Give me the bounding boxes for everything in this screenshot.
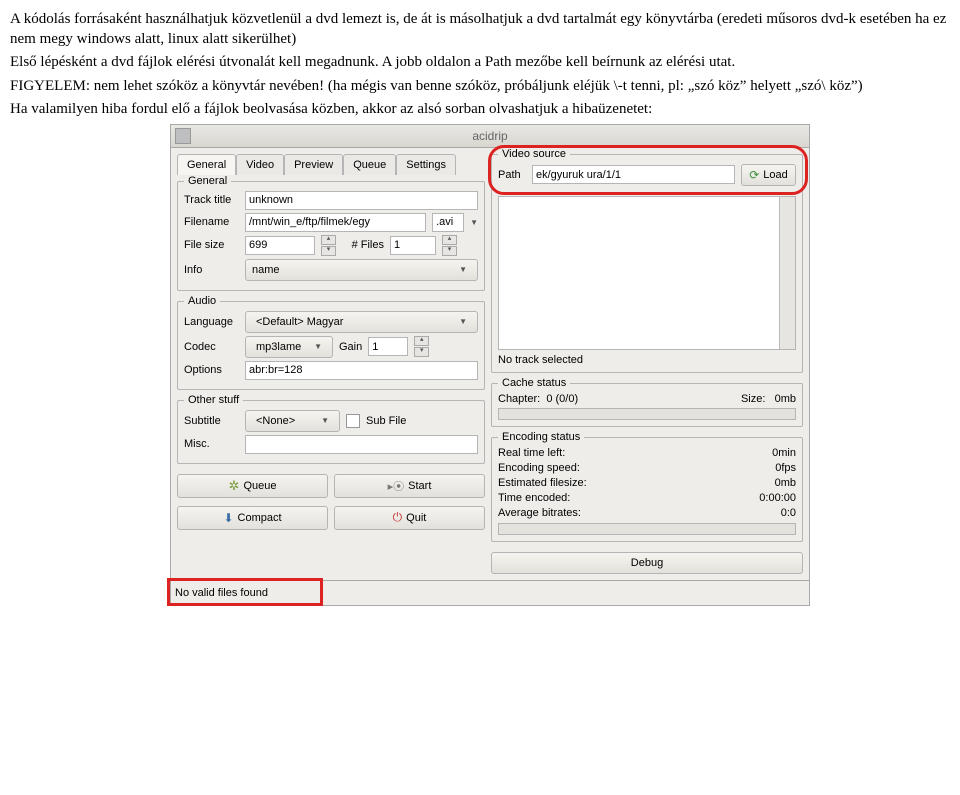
tab-queue[interactable]: Queue: [343, 154, 396, 175]
codec-label: Codec: [184, 341, 239, 353]
encspeed-label: Encoding speed:: [498, 462, 580, 474]
chevron-down-icon: ▼: [321, 416, 329, 425]
cache-size-value: 0mb: [775, 393, 796, 405]
realtime-value: 0min: [772, 447, 796, 459]
track-title-input[interactable]: [245, 191, 478, 210]
language-select[interactable]: <Default> Magyar▼: [245, 311, 478, 333]
codec-select[interactable]: mp3lame▼: [245, 336, 333, 358]
avgbit-label: Average bitrates:: [498, 507, 581, 519]
encoding-status-pane: Encoding status Real time left:0min Enco…: [491, 437, 803, 542]
download-icon: ⬇: [223, 511, 233, 525]
misc-label: Misc.: [184, 438, 239, 450]
gain-input[interactable]: [368, 337, 408, 356]
track-list[interactable]: [498, 196, 796, 350]
language-label: Language: [184, 316, 239, 328]
info-button[interactable]: name▼: [245, 259, 478, 281]
video-source-pane: Video source Path ⟳ Load No track select…: [491, 154, 803, 373]
encspeed-value: 0fps: [775, 462, 796, 474]
quit-button[interactable]: ⏻ Quit: [334, 506, 485, 530]
chapter-value: 0 (0/0): [546, 393, 578, 405]
pane-title: Cache status: [498, 377, 570, 389]
doc-paragraph: A kódolás forrásaként használhatjuk közv…: [10, 10, 950, 49]
chevron-down-icon: ▼: [459, 317, 467, 326]
general-pane: General Track title Filename ▼ File size…: [177, 181, 485, 291]
gain-stepper[interactable]: ▴▾: [414, 336, 429, 357]
numfiles-input[interactable]: [390, 236, 436, 255]
filesize-input[interactable]: [245, 236, 315, 255]
subfile-label: Sub File: [366, 415, 406, 427]
avgbit-value: 0:0: [781, 507, 796, 519]
realtime-label: Real time left:: [498, 447, 565, 459]
gear-icon: ✲: [229, 478, 240, 494]
window-title: acidrip: [472, 129, 507, 143]
no-track-label: No track selected: [498, 354, 796, 366]
start-button[interactable]: ▸⦿ Start: [334, 474, 485, 498]
cache-size-label: Size:: [741, 393, 765, 405]
compact-button[interactable]: ⬇ Compact: [177, 506, 328, 530]
other-pane: Other stuff Subtitle <None>▼ Sub File Mi…: [177, 400, 485, 464]
chevron-down-icon[interactable]: ▼: [470, 218, 478, 227]
window-titlebar: acidrip: [170, 124, 810, 147]
timeenc-label: Time encoded:: [498, 492, 570, 504]
cache-progress-bar: [498, 408, 796, 420]
app-body: General Video Preview Queue Settings Gen…: [170, 147, 810, 581]
chevron-down-icon: ▼: [459, 265, 467, 274]
highlight-annotation: [488, 145, 808, 195]
status-bar: No valid files found: [170, 581, 810, 606]
subtitle-label: Subtitle: [184, 415, 239, 427]
options-label: Options: [184, 364, 239, 376]
estfs-label: Estimated filesize:: [498, 477, 587, 489]
window-menu-icon[interactable]: [175, 128, 191, 144]
encoding-progress-bar: [498, 523, 796, 535]
queue-button[interactable]: ✲ Queue: [177, 474, 328, 498]
scrollbar[interactable]: [779, 197, 795, 349]
pane-title: Audio: [184, 295, 220, 307]
subfile-checkbox[interactable]: [346, 414, 360, 428]
pane-title: Other stuff: [184, 394, 243, 406]
highlight-annotation: [167, 578, 323, 606]
numfiles-stepper[interactable]: ▴▾: [442, 235, 457, 256]
power-icon: ⏻: [393, 510, 403, 525]
filesize-label: File size: [184, 239, 239, 251]
play-icon: ▸⦿: [388, 478, 405, 494]
filesize-stepper[interactable]: ▴▾: [321, 235, 336, 256]
info-label: Info: [184, 264, 239, 276]
timeenc-value: 0:00:00: [759, 492, 796, 504]
ext-select[interactable]: [432, 213, 464, 232]
cache-status-pane: Cache status Chapter: 0 (0/0) Size: 0mb: [491, 383, 803, 427]
tab-bar: General Video Preview Queue Settings: [177, 154, 485, 175]
audio-pane: Audio Language <Default> Magyar▼ Codec m…: [177, 301, 485, 390]
tab-preview[interactable]: Preview: [284, 154, 343, 175]
doc-paragraph: Első lépésként a dvd fájlok elérési útvo…: [10, 53, 950, 73]
filename-label: Filename: [184, 216, 239, 228]
numfiles-label: # Files: [342, 239, 384, 251]
doc-paragraph: Ha valamilyen hiba fordul elő a fájlok b…: [10, 100, 950, 120]
subtitle-select[interactable]: <None>▼: [245, 410, 340, 432]
misc-input[interactable]: [245, 435, 478, 454]
tab-video[interactable]: Video: [236, 154, 284, 175]
chapter-label: Chapter:: [498, 393, 540, 405]
pane-title: General: [184, 175, 231, 187]
options-input[interactable]: [245, 361, 478, 380]
track-title-label: Track title: [184, 194, 239, 206]
chevron-down-icon: ▼: [314, 342, 322, 351]
doc-paragraph: FIGYELEM: nem lehet szóköz a könyvtár ne…: [10, 77, 950, 97]
tab-settings[interactable]: Settings: [396, 154, 456, 175]
estfs-value: 0mb: [775, 477, 796, 489]
gain-label: Gain: [339, 341, 362, 353]
pane-title: Encoding status: [498, 431, 584, 443]
debug-button[interactable]: Debug: [491, 552, 803, 574]
filename-input[interactable]: [245, 213, 426, 232]
tab-general[interactable]: General: [177, 154, 236, 175]
